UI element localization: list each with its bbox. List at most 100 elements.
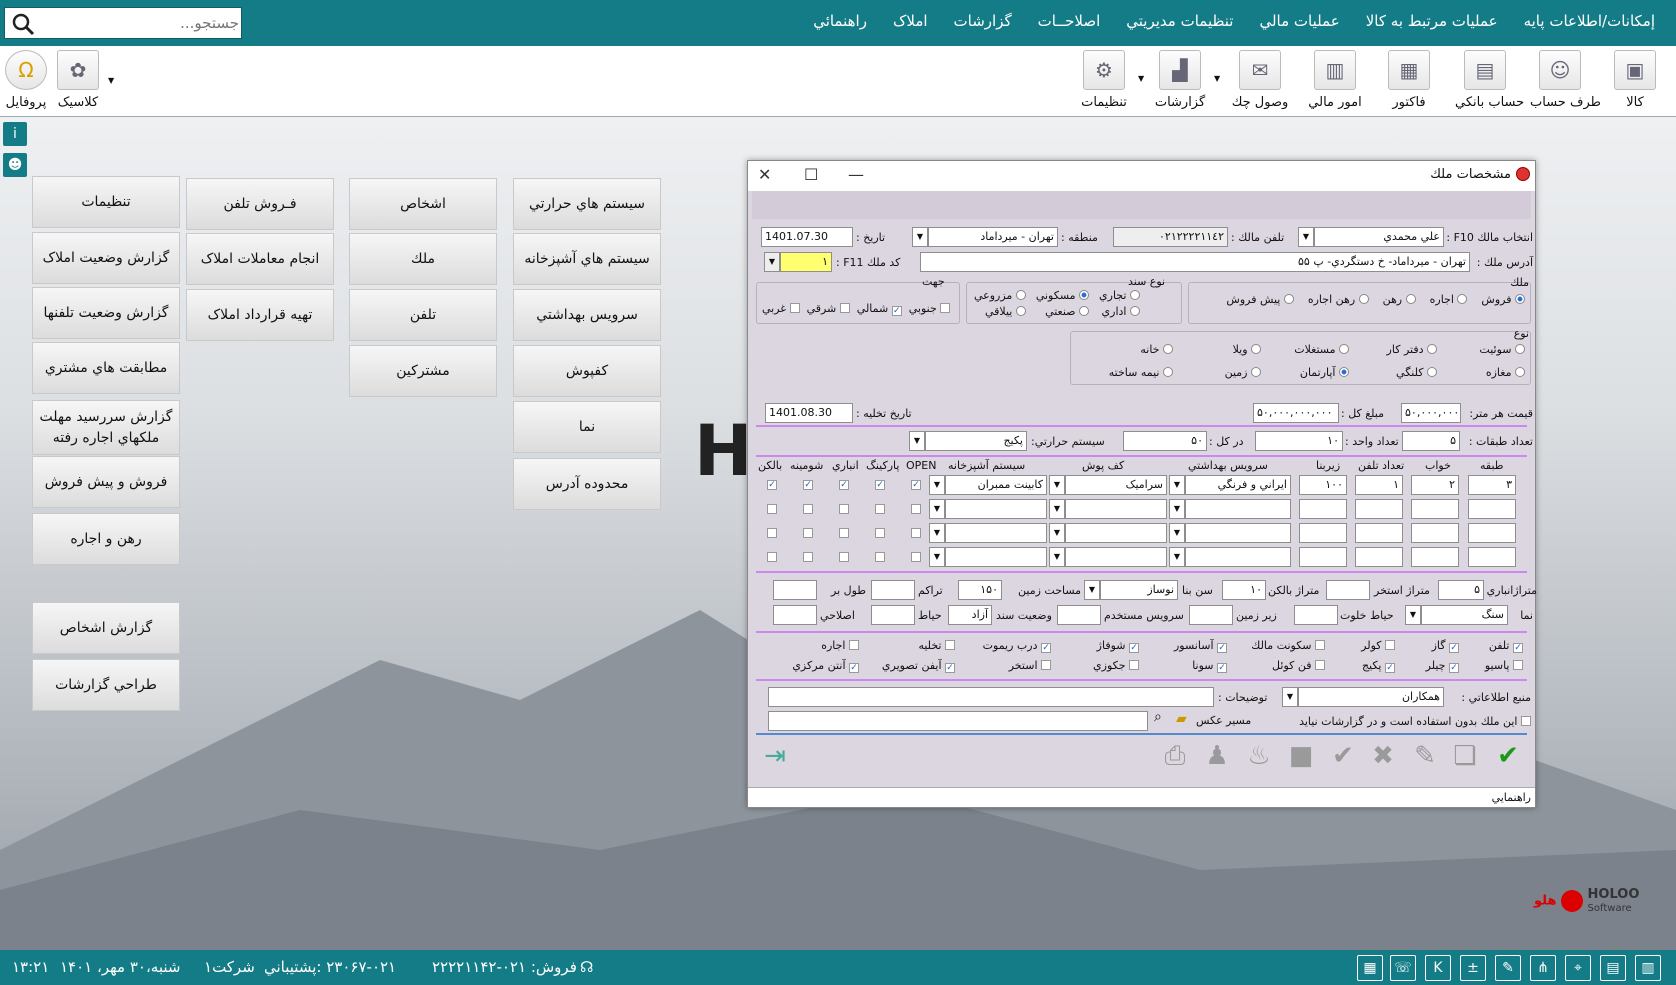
btn-address-range[interactable]: محدوده آدرس (513, 458, 661, 510)
btn-persons[interactable]: اشخاص (349, 178, 497, 230)
money-bag-icon[interactable]: ♨ (1242, 741, 1276, 775)
menu-real-estate[interactable]: املاک (880, 12, 941, 30)
classic-dropdown-arrow[interactable]: ▼ (108, 76, 114, 85)
facade-dropdown[interactable]: ▼ (1405, 605, 1421, 625)
check-south[interactable]: جنوبي (909, 302, 951, 316)
check-patio[interactable]: پاسيو (1459, 659, 1523, 673)
check-package[interactable]: ✓ پكيج (1325, 659, 1395, 673)
check-fireplace[interactable]: ✓ (803, 480, 813, 490)
radio-mortgage[interactable]: رهن (1383, 293, 1416, 306)
radio-office-work[interactable]: دفتر كار (1349, 343, 1437, 356)
check-elevator[interactable]: ✓ آسانسور (1139, 639, 1227, 653)
radio-presale[interactable]: پيش فروش (1226, 293, 1294, 306)
region-field[interactable]: تهران - ميرداماد (928, 227, 1058, 247)
cell-kitchen[interactable] (945, 547, 1047, 567)
dropdown-icon[interactable]: ▼ (929, 499, 945, 519)
check-rent[interactable]: اجاره (793, 639, 859, 653)
radio-commercial[interactable]: تجاري (1099, 289, 1140, 302)
cell-area[interactable] (1299, 499, 1347, 519)
unused-property-check[interactable]: اين ملك بدون استفاده است و در گزارشات ني… (1299, 715, 1531, 728)
profile-button[interactable]: Ω پروفايل (0, 50, 56, 110)
check-parking[interactable] (875, 552, 885, 562)
cell-flooring[interactable]: سراميک (1065, 475, 1167, 495)
phone-icon[interactable]: ☏ (1390, 955, 1416, 981)
btn-phone-sale[interactable]: فـروش تلفن (186, 178, 334, 230)
pool-area-field[interactable] (1326, 580, 1370, 600)
check-gas[interactable]: ✓ گاز (1395, 639, 1459, 653)
backyard-field[interactable] (1294, 605, 1338, 625)
check-evacuation[interactable]: تخليه (859, 639, 955, 653)
building-age-field[interactable]: نوساز (1100, 580, 1178, 600)
menu-corrections[interactable]: اصلاحــات (1025, 12, 1114, 30)
radio-rental-units[interactable]: مستغلات (1261, 343, 1349, 356)
printer-icon[interactable]: ⎙ (1158, 741, 1192, 775)
check-phone[interactable]: ✓ تلفن (1459, 639, 1523, 653)
check-open[interactable]: ✓ (911, 480, 921, 490)
radio-villa[interactable]: ويلا (1173, 343, 1261, 356)
dropdown-icon[interactable]: ▼ (1169, 499, 1185, 519)
check-balcony[interactable] (767, 552, 777, 562)
btn-phone[interactable]: تلفن (349, 289, 497, 341)
cell-floor[interactable] (1468, 499, 1516, 519)
cell-flooring[interactable] (1065, 547, 1167, 567)
menu-goods-ops[interactable]: عمليات مرتبط به كالا (1353, 12, 1511, 30)
radio-agricultural[interactable]: مزروعي (974, 289, 1026, 302)
cell-sanitary[interactable] (1185, 499, 1291, 519)
btn-flooring[interactable]: كفپوش (513, 345, 661, 397)
cell-kitchen[interactable] (945, 523, 1047, 543)
check-open[interactable] (911, 504, 921, 514)
cell-floor[interactable]: ٣ (1468, 475, 1516, 495)
units-field[interactable]: ١٠ (1255, 431, 1343, 451)
cell-bedrooms[interactable]: ٢ (1411, 475, 1459, 495)
density-field[interactable] (871, 580, 915, 600)
check-balcony[interactable] (767, 528, 777, 538)
menu-base-info[interactable]: إمكانات/اطلاعات پايه (1511, 12, 1668, 30)
check-remote-door[interactable]: ✓ درب ريموت (955, 639, 1051, 653)
menu-reports[interactable]: گزارشات (941, 12, 1025, 30)
confirm-check-icon[interactable]: ✔ (1491, 741, 1525, 775)
info-source-field[interactable]: همكاران (1298, 687, 1444, 707)
check-chiller[interactable]: ✓ چيلر (1395, 659, 1459, 673)
check-cooler[interactable]: كولر (1325, 639, 1395, 653)
menu-admin-settings[interactable]: تنظيمات مديريتي (1113, 12, 1246, 30)
cell-bedrooms[interactable] (1411, 499, 1459, 519)
report-icon[interactable]: ⌖ (1565, 955, 1591, 981)
note-icon[interactable]: ✎ (1495, 955, 1521, 981)
cell-sanitary[interactable] (1185, 523, 1291, 543)
cell-sanitary[interactable]: ايراني و فرنگي (1185, 475, 1291, 495)
check-fireplace[interactable] (803, 504, 813, 514)
check-owner-resident[interactable]: سكونت مالك (1227, 639, 1325, 653)
dropdown-icon[interactable]: ▼ (1049, 499, 1065, 519)
cell-area[interactable] (1299, 547, 1347, 567)
date-field[interactable]: 1401.07.30 (761, 227, 853, 247)
dropdown-icon[interactable]: ▼ (1049, 547, 1065, 567)
basement-field[interactable] (1189, 605, 1233, 625)
cell-bedrooms[interactable] (1411, 523, 1459, 543)
evacuation-date-field[interactable]: 1401.08.30 (765, 403, 853, 423)
cell-phones[interactable] (1355, 523, 1403, 543)
check-central-antenna[interactable]: ✓ آنتن مركزي (792, 659, 859, 673)
bank-account-button[interactable]: ▤ حساب بانكي (1455, 50, 1524, 110)
radio-suite[interactable]: سوئيت (1437, 343, 1525, 356)
btn-sanitary-service[interactable]: سرويس بهداشتي (513, 289, 661, 341)
check-fireplace[interactable] (803, 528, 813, 538)
yard-field[interactable] (871, 605, 915, 625)
exit-door-icon[interactable]: ⇥ (758, 741, 792, 775)
user-support-icon[interactable]: ☻ (3, 153, 27, 177)
heating-system-dropdown[interactable]: ▼ (909, 431, 925, 451)
btn-subscribers[interactable]: مشتركين (349, 345, 497, 397)
check-radiator[interactable]: ✓ شوفاژ (1051, 639, 1139, 653)
btn-persons-report[interactable]: گزارش اشخاص (32, 602, 180, 654)
servant-room-field[interactable] (1057, 605, 1101, 625)
btn-mortgage-rent[interactable]: رهن و اجاره (32, 513, 180, 565)
radio-house[interactable]: خانه (1085, 343, 1173, 356)
btn-heating-systems[interactable]: سيستم هاي حرارتي (513, 178, 661, 230)
check-pool[interactable]: استخر (955, 659, 1051, 673)
price-per-meter-field[interactable]: ۵٠,٠٠٠,٠٠٠ (1401, 403, 1461, 423)
btn-property-contract[interactable]: تهيه قرارداد املاک (186, 289, 334, 341)
radio-old-building[interactable]: كلنگي (1349, 366, 1437, 379)
cell-phones[interactable]: ١ (1355, 475, 1403, 495)
delete-icon[interactable]: ■ (1284, 741, 1318, 775)
btn-property-status-report[interactable]: گزارش وضعيت املاک (32, 232, 180, 284)
radio-residential[interactable]: مسكوني (1036, 289, 1090, 302)
